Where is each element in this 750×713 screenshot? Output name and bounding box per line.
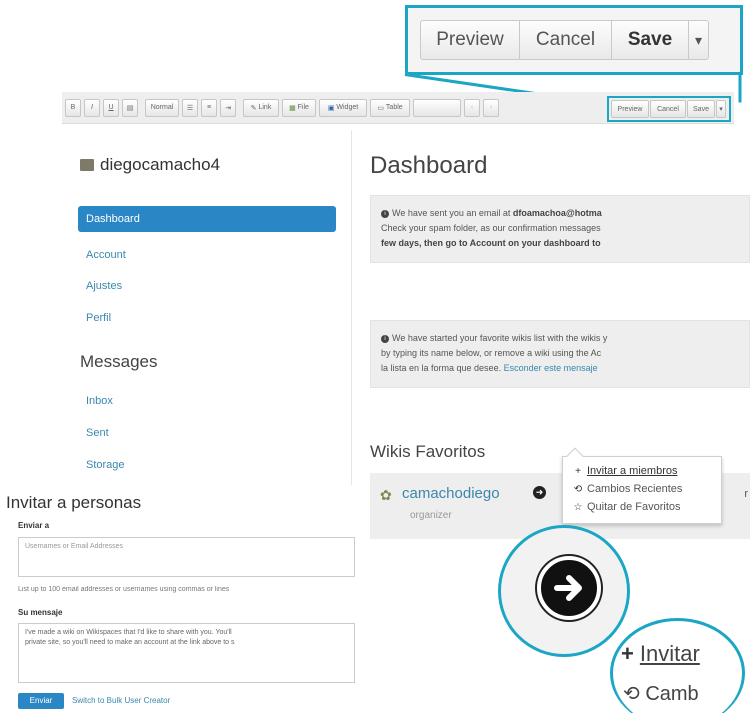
preview-button[interactable]: Preview <box>421 21 520 59</box>
underline-button[interactable]: U <box>103 98 119 117</box>
user-row: diegocamacho4 <box>80 155 220 175</box>
invite-panel: Invitar a personas Enviar a Usernames or… <box>0 485 355 713</box>
toolbar-chevron-down-icon[interactable]: ▾ <box>716 100 726 118</box>
wikis-alert: i We have started your favorite wikis lis… <box>370 320 750 388</box>
avatar <box>80 159 94 171</box>
plus-icon: + <box>621 641 634 666</box>
zoomed-invite-label: Invitar <box>639 641 700 666</box>
wiki-name-link[interactable]: camachodiego <box>402 485 500 502</box>
toolbar-preview-button[interactable]: Preview <box>611 100 649 118</box>
toolbar-save-button[interactable]: Save <box>687 100 715 118</box>
zoomed-toolbar-callout: Preview Cancel Save ▾ <box>405 5 743 75</box>
history-icon: ⟲ <box>573 483 583 495</box>
recipients-placeholder: Usernames or Email Addresses <box>25 543 124 550</box>
alert1-line3: few days, then go to Account on your das… <box>381 238 601 248</box>
menu-item-label: Invitar a miembros <box>587 465 678 477</box>
sidebar-item-account[interactable]: Account <box>78 242 336 268</box>
callout-line <box>738 74 742 103</box>
info-icon: i <box>381 209 389 218</box>
sidebar-item-perfil[interactable]: Perfil <box>78 305 336 331</box>
menu-item-invite[interactable]: + Invitar a miembros <box>573 462 711 480</box>
arrow-right-icon[interactable] <box>537 556 601 620</box>
messages-heading: Messages <box>80 352 158 371</box>
message-line: private site, so you'll need to make an … <box>25 639 235 646</box>
toolbar-save-group: Preview Cancel Save ▾ <box>607 96 731 122</box>
zoom-circle-arrow <box>498 525 630 657</box>
editor-toolbar: B I U ▤ Normal ☰ ≡ ⇥ ✎ Link ▦ File ▣ Wid… <box>62 92 734 124</box>
italic-button[interactable]: I <box>84 98 100 117</box>
undo-icon[interactable]: ‹ <box>464 98 480 117</box>
invite-title: Invitar a personas <box>6 493 142 512</box>
zoomed-recent-label: Camb <box>645 683 699 705</box>
sidebar-item-sent[interactable]: Sent <box>78 420 336 446</box>
zoom-circle-menu: + Invitar ⟲ Camb <box>610 618 745 713</box>
sidebar: diegocamacho4 Dashboard Account Ajustes … <box>62 130 352 490</box>
email-alert: i We have sent you an email at dfoamachoa… <box>370 195 750 263</box>
alert2-line1: We have started your favorite wikis list… <box>392 333 608 343</box>
zoomed-button-group: Preview Cancel Save ▾ <box>420 20 710 60</box>
menu-item-remove-favorite[interactable]: ☆ Quitar de Favoritos <box>573 498 711 516</box>
style-select[interactable]: Normal <box>145 98 179 117</box>
sidebar-item-ajustes[interactable]: Ajustes <box>78 273 336 299</box>
menu-item-recent-changes[interactable]: ⟲ Cambios Recientes <box>573 480 711 498</box>
alert1-line1: We have sent you an email at <box>392 208 511 218</box>
chevron-down-icon[interactable]: ▾ <box>689 21 708 59</box>
toolbar-cancel-button[interactable]: Cancel <box>650 100 686 118</box>
wiki-row-text: r <box>744 488 748 500</box>
sidebar-item-storage[interactable]: Storage <box>78 452 336 478</box>
wikis-heading: Wikis Favoritos <box>370 442 486 461</box>
message-label: Su mensaje <box>18 608 63 617</box>
save-button[interactable]: Save <box>612 21 689 59</box>
wiki-actions-menu: + Invitar a miembros ⟲ Cambios Recientes… <box>562 447 722 524</box>
link-label: Link <box>258 104 272 111</box>
alert1-email: dfoamachoa@hotma <box>512 208 602 218</box>
sidebar-item-inbox[interactable]: Inbox <box>78 388 336 414</box>
file-button[interactable]: ▦ File <box>282 98 316 117</box>
cancel-button[interactable]: Cancel <box>520 21 612 59</box>
send-to-label: Enviar a <box>18 521 50 530</box>
disabled-button <box>413 98 461 117</box>
message-line: I've made a wiki on Wikispaces that I'd … <box>25 629 232 636</box>
alert2-line2: by typing its name below, or remove a wi… <box>381 348 602 358</box>
file-icon: ▦ <box>289 104 296 112</box>
table-button[interactable]: ▭ Table <box>370 98 410 117</box>
numbered-list-icon[interactable]: ≡ <box>201 98 217 117</box>
page-title: Dashboard <box>370 152 488 179</box>
recipients-help: List up to 100 email addresses or userna… <box>18 586 230 593</box>
link-icon: ✎ <box>250 104 257 112</box>
send-button[interactable]: Enviar <box>18 693 64 709</box>
info-icon: i <box>381 334 389 343</box>
hide-message-link[interactable]: Esconder este mensaje <box>504 363 598 373</box>
message-input[interactable]: I've made a wiki on Wikispaces that I'd … <box>18 623 355 683</box>
history-icon: ⟲ <box>623 683 640 705</box>
sidebar-item-dashboard[interactable]: Dashboard <box>78 206 336 232</box>
arrow-right-icon[interactable]: ➜ <box>533 486 546 499</box>
table-label: Table <box>385 104 403 111</box>
wiki-icon: ✿ <box>380 487 392 503</box>
alert2-line3: la lista en la forma que desee. <box>381 363 502 373</box>
star-icon: ☆ <box>573 501 583 513</box>
zoomed-recent-item[interactable]: ⟲ Camb <box>623 681 699 706</box>
menu-item-label: Quitar de Favoritos <box>587 501 681 513</box>
zoomed-invite-item[interactable]: + Invitar <box>621 641 700 667</box>
bulk-user-link[interactable]: Switch to Bulk User Creator <box>72 696 170 705</box>
paste-icon[interactable]: ▤ <box>122 98 138 117</box>
widget-label: Widget <box>336 104 359 111</box>
redo-icon[interactable]: › <box>483 98 499 117</box>
plus-icon: + <box>575 465 581 477</box>
widget-button[interactable]: ▣ Widget <box>319 98 367 117</box>
recipients-input[interactable]: Usernames or Email Addresses <box>18 537 355 577</box>
bullet-list-icon[interactable]: ☰ <box>182 98 198 117</box>
menu-item-label: Cambios Recientes <box>587 483 683 495</box>
bold-button[interactable]: B <box>65 98 81 117</box>
file-label: File <box>297 104 309 111</box>
alert1-line2: Check your spam folder, as our confirmat… <box>381 223 601 233</box>
indent-icon[interactable]: ⇥ <box>220 98 236 117</box>
link-button[interactable]: ✎ Link <box>243 98 279 117</box>
wiki-role: organizer <box>410 510 452 521</box>
username: diegocamacho4 <box>100 155 221 174</box>
table-icon: ▭ <box>377 104 384 112</box>
widget-icon: ▣ <box>327 104 335 112</box>
